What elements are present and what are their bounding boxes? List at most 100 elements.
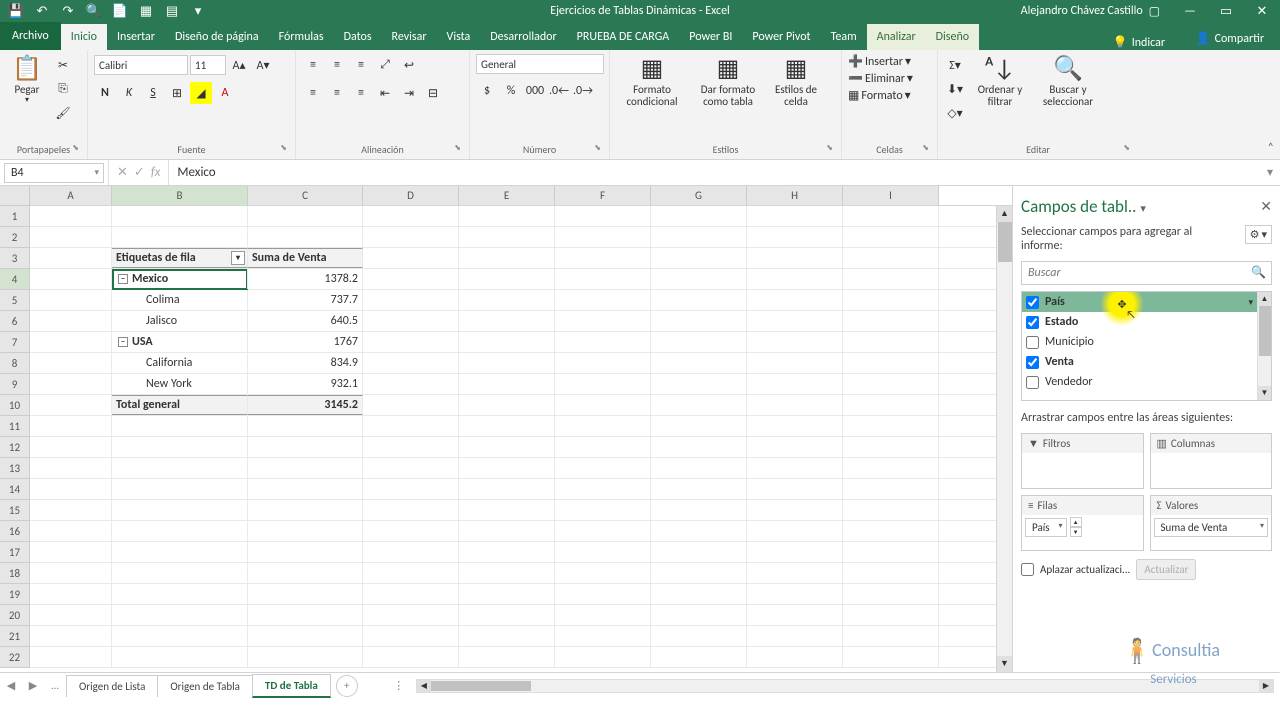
- cell-H15[interactable]: [747, 500, 843, 520]
- cell-E6[interactable]: [459, 311, 555, 331]
- cell-C15[interactable]: [248, 500, 363, 520]
- row-header-9[interactable]: 9: [0, 374, 30, 395]
- tab-team[interactable]: Team: [821, 24, 867, 50]
- cell-A20[interactable]: [30, 605, 112, 625]
- cell-B1[interactable]: [112, 206, 248, 226]
- cell-A21[interactable]: [30, 626, 112, 646]
- maximize-button[interactable]: ▭: [1208, 0, 1244, 22]
- cell-I8[interactable]: [843, 353, 939, 373]
- cell-I6[interactable]: [843, 311, 939, 331]
- cell-I18[interactable]: [843, 563, 939, 583]
- cell-H9[interactable]: [747, 374, 843, 394]
- row-header-6[interactable]: 6: [0, 311, 30, 332]
- field-item-estado[interactable]: Estado: [1022, 312, 1271, 332]
- cell-H6[interactable]: [747, 311, 843, 331]
- cell-F6[interactable]: [555, 311, 651, 331]
- cut-icon[interactable]: ✂: [52, 54, 74, 76]
- cell-G10[interactable]: [651, 395, 747, 415]
- italic-button[interactable]: K: [118, 82, 140, 104]
- cell-I4[interactable]: [843, 269, 939, 289]
- cell-D1[interactable]: [363, 206, 459, 226]
- column-header-G[interactable]: G: [651, 186, 747, 205]
- row-header-12[interactable]: 12: [0, 437, 30, 458]
- cell-E4[interactable]: [459, 269, 555, 289]
- cell-A7[interactable]: [30, 332, 112, 352]
- cell-G17[interactable]: [651, 542, 747, 562]
- cell-C12[interactable]: [248, 437, 363, 457]
- cell-I14[interactable]: [843, 479, 939, 499]
- cell-C19[interactable]: [248, 584, 363, 604]
- cell-F9[interactable]: [555, 374, 651, 394]
- cell-D6[interactable]: [363, 311, 459, 331]
- row-header-22[interactable]: 22: [0, 647, 30, 668]
- cell-E8[interactable]: [459, 353, 555, 373]
- cell-B18[interactable]: [112, 563, 248, 583]
- cell-A13[interactable]: [30, 458, 112, 478]
- cell-E21[interactable]: [459, 626, 555, 646]
- expand-formula-bar-icon[interactable]: ▾: [1260, 165, 1280, 180]
- cell-B21[interactable]: [112, 626, 248, 646]
- cell-I16[interactable]: [843, 521, 939, 541]
- cell-B20[interactable]: [112, 605, 248, 625]
- row-header-11[interactable]: 11: [0, 416, 30, 437]
- tab-formulas[interactable]: Fórmulas: [269, 24, 334, 50]
- align-middle-icon[interactable]: ≡: [326, 54, 348, 76]
- cell-D13[interactable]: [363, 458, 459, 478]
- decrease-indent-icon[interactable]: ⇤: [374, 82, 396, 104]
- cell-B2[interactable]: [112, 227, 248, 247]
- percent-icon[interactable]: %: [500, 80, 522, 102]
- cell-B7[interactable]: −USA: [112, 332, 248, 352]
- cell-D17[interactable]: [363, 542, 459, 562]
- cell-G20[interactable]: [651, 605, 747, 625]
- cell-B16[interactable]: [112, 521, 248, 541]
- row-filter-button[interactable]: ▾: [231, 251, 245, 265]
- cell-E14[interactable]: [459, 479, 555, 499]
- cell-D11[interactable]: [363, 416, 459, 436]
- border-icon[interactable]: ⊞: [166, 82, 188, 104]
- tab-insert[interactable]: Insertar: [107, 24, 165, 50]
- underline-button[interactable]: S: [142, 82, 164, 104]
- cell-C8[interactable]: 834.9: [248, 353, 363, 373]
- cell-A15[interactable]: [30, 500, 112, 520]
- wrap-text-icon[interactable]: ↩: [398, 54, 420, 76]
- cell-F21[interactable]: [555, 626, 651, 646]
- add-sheet-button[interactable]: +: [336, 675, 358, 697]
- column-header-B[interactable]: B: [112, 186, 248, 205]
- cell-I9[interactable]: [843, 374, 939, 394]
- tab-load-test[interactable]: PRUEBA DE CARGA: [567, 24, 680, 50]
- cell-E5[interactable]: [459, 290, 555, 310]
- row-header-3[interactable]: 3: [0, 248, 30, 269]
- cell-E11[interactable]: [459, 416, 555, 436]
- cell-I12[interactable]: [843, 437, 939, 457]
- cell-B19[interactable]: [112, 584, 248, 604]
- cell-C6[interactable]: 640.5: [248, 311, 363, 331]
- cell-E2[interactable]: [459, 227, 555, 247]
- cell-C9[interactable]: 932.1: [248, 374, 363, 394]
- cell-H11[interactable]: [747, 416, 843, 436]
- row-header-18[interactable]: 18: [0, 563, 30, 584]
- cell-C16[interactable]: [248, 521, 363, 541]
- scroll-down-icon[interactable]: ▼: [1258, 386, 1271, 400]
- rows-area[interactable]: ≡Filas País ▲▼: [1021, 495, 1144, 551]
- cell-A18[interactable]: [30, 563, 112, 583]
- cell-G9[interactable]: [651, 374, 747, 394]
- cell-A17[interactable]: [30, 542, 112, 562]
- cell-D2[interactable]: [363, 227, 459, 247]
- cell-I5[interactable]: [843, 290, 939, 310]
- cell-C4[interactable]: 1378.2: [248, 269, 363, 289]
- row-header-5[interactable]: 5: [0, 290, 30, 311]
- orientation-icon[interactable]: ⤢: [374, 54, 396, 76]
- tab-view[interactable]: Vista: [437, 24, 481, 50]
- column-header-F[interactable]: F: [555, 186, 651, 205]
- cell-H19[interactable]: [747, 584, 843, 604]
- autosum-icon[interactable]: Σ▾: [944, 54, 966, 76]
- field-checkbox[interactable]: [1026, 336, 1039, 349]
- row-header-20[interactable]: 20: [0, 605, 30, 626]
- cell-I15[interactable]: [843, 500, 939, 520]
- field-checkbox[interactable]: [1026, 376, 1039, 389]
- cell-A22[interactable]: [30, 647, 112, 667]
- clear-icon[interactable]: ◇▾: [944, 102, 966, 124]
- cell-F15[interactable]: [555, 500, 651, 520]
- row-header-4[interactable]: 4: [0, 269, 30, 290]
- number-format-combo[interactable]: General: [476, 54, 604, 74]
